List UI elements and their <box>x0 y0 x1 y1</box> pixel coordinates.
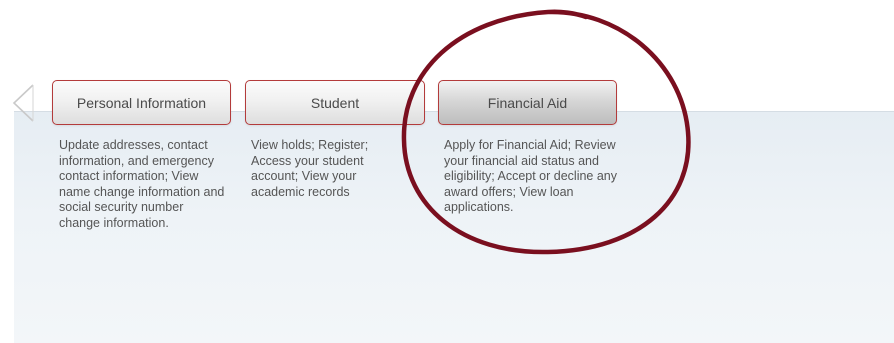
tab-personal-information[interactable]: Personal Information <box>52 80 231 125</box>
tab-financial-aid[interactable]: Financial Aid <box>438 80 617 125</box>
main-menu-stage: Personal Information Student Financial A… <box>0 0 894 343</box>
student-description: View holds; Register; Access your studen… <box>251 138 369 199</box>
chevron-left-icon[interactable] <box>10 83 36 123</box>
tab-student[interactable]: Student <box>245 80 425 125</box>
tab-label: Personal Information <box>76 94 207 111</box>
tab-label: Student <box>310 94 360 111</box>
personal-information-description: Update addresses, contact information, a… <box>59 138 225 230</box>
tab-label: Financial Aid <box>487 94 568 111</box>
financial-aid-description: Apply for Financial Aid; Review your fin… <box>444 138 618 215</box>
